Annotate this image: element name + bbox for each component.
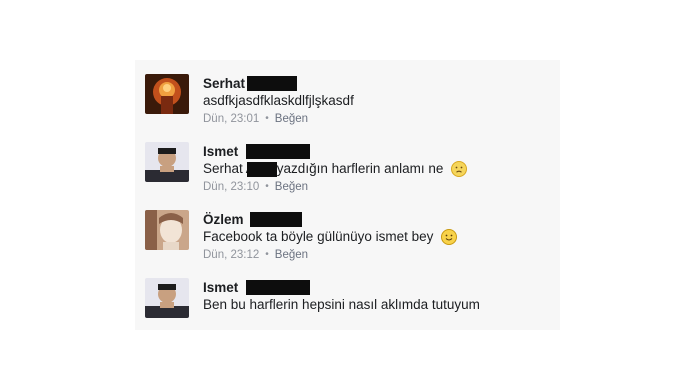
redaction-bar xyxy=(247,75,298,91)
comment-item: Özlem Facebook ta böyle gülünüyo ismet b… xyxy=(145,210,565,261)
smile-face-icon xyxy=(441,229,458,245)
separator-dot: • xyxy=(265,249,269,260)
redaction-bar xyxy=(246,279,311,295)
timestamp[interactable]: Dün, 23:10 xyxy=(203,178,259,196)
like-button[interactable]: Beğen xyxy=(275,246,308,264)
comment-text: Ben bu harflerin hepsini nasıl aklımda t… xyxy=(203,297,480,312)
avatar[interactable] xyxy=(145,278,189,318)
avatar[interactable] xyxy=(145,142,189,182)
commenter-name[interactable]: Özlem xyxy=(203,212,244,227)
redaction-bar xyxy=(246,143,311,159)
comment-item: Ismet Serhat A yazdığın harflerin anlamı… xyxy=(145,142,565,193)
comment-text: asdfkjasdfklaskdlfjlşkasdf xyxy=(203,93,354,108)
like-button[interactable]: Beğen xyxy=(275,110,308,128)
separator-dot: • xyxy=(265,113,269,124)
redaction-bar xyxy=(249,211,302,227)
commenter-name[interactable]: Ismet xyxy=(203,144,238,159)
sad-face-icon xyxy=(451,161,468,177)
separator-dot: • xyxy=(265,181,269,192)
commenter-name[interactable]: Ismet xyxy=(203,280,238,295)
timestamp[interactable]: Dün, 23:12 xyxy=(203,246,259,264)
commenter-name[interactable]: Serhat xyxy=(203,76,245,91)
like-button[interactable]: Beğen xyxy=(275,178,308,196)
avatar[interactable] xyxy=(145,210,189,250)
comment-text: yazdığın harflerin anlamı ne xyxy=(276,161,444,176)
redaction-bar xyxy=(246,161,277,177)
comment-item: Serhat asdfkjasdfklaskdlfjlşkasdf Dün, 2… xyxy=(145,74,565,125)
timestamp[interactable]: Dün, 23:01 xyxy=(203,110,259,128)
avatar[interactable] xyxy=(145,74,189,114)
comment-item: Ismet Ben bu harflerin hepsini nasıl akl… xyxy=(145,278,565,328)
comment-text: Facebook ta böyle gülünüyo ismet bey xyxy=(203,229,434,244)
